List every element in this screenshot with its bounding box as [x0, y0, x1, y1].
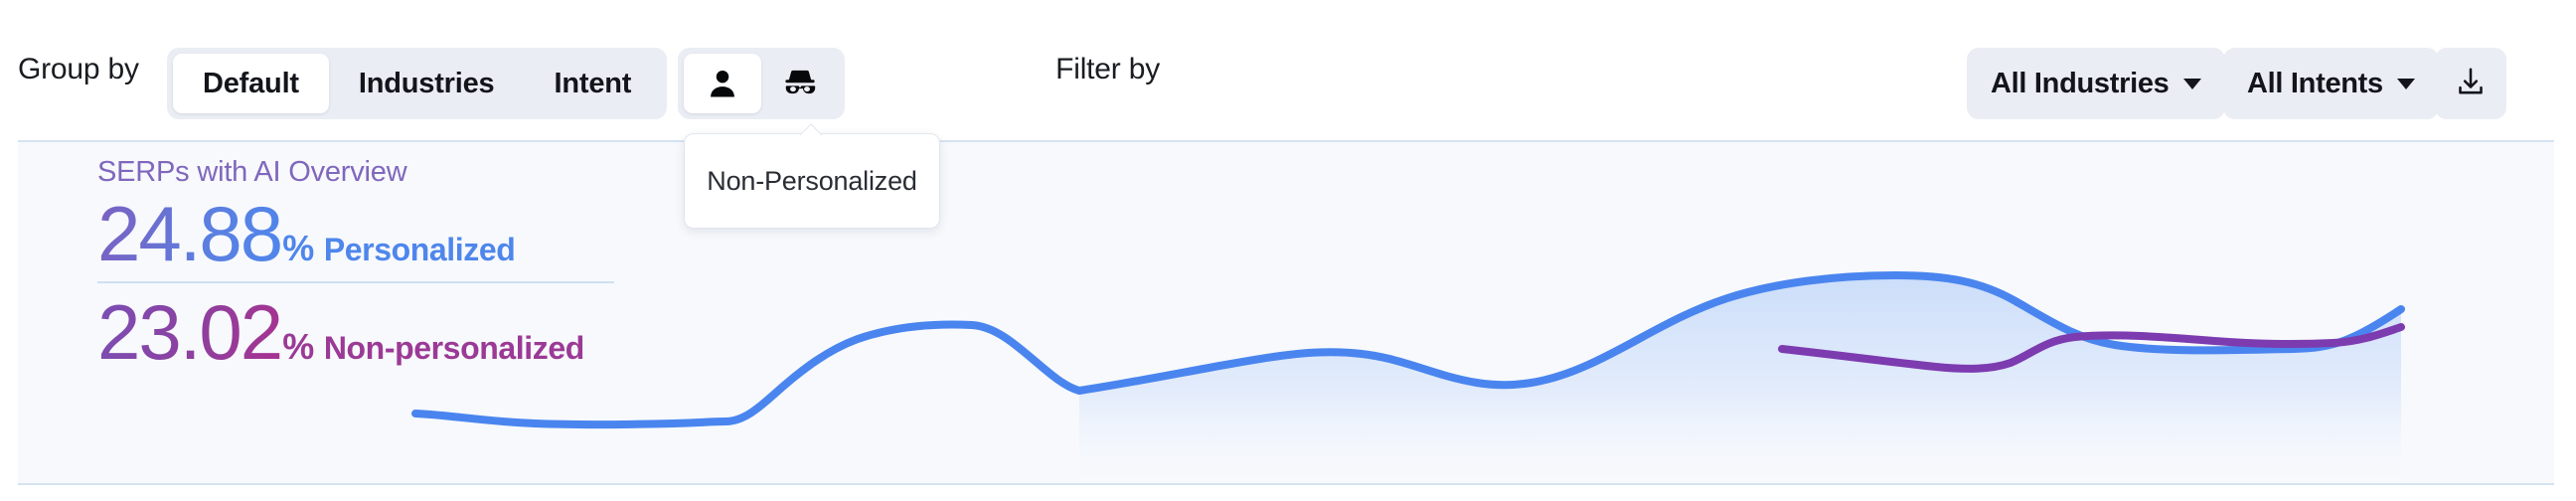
group-by-label: Group by — [18, 53, 139, 85]
filter-intents-label: All Intents — [2247, 67, 2383, 99]
app-root: Group by Default Industries Intent Non-P… — [0, 0, 2576, 501]
stats-block: SERPs with AI Overview 24.88 % Personali… — [97, 156, 614, 373]
incognito-icon — [781, 68, 819, 99]
ai-overview-panel: SERPs with AI Overview 24.88 % Personali… — [18, 140, 2554, 485]
download-button[interactable] — [2435, 48, 2506, 119]
non-personalized-tooltip: Non-Personalized — [684, 133, 940, 229]
panel-caption: SERPs with AI Overview — [97, 156, 407, 188]
group-option-industries[interactable]: Industries — [329, 54, 525, 113]
personalized-unit: % — [282, 228, 314, 268]
filter-intents-dropdown[interactable]: All Intents — [2223, 48, 2439, 119]
filter-by-label: Filter by — [1055, 53, 1160, 85]
personalized-area — [1079, 275, 2401, 483]
personalized-label: Personalized — [323, 232, 516, 267]
stats-divider — [97, 280, 614, 283]
filter-industries-dropdown[interactable]: All Industries — [1967, 48, 2225, 119]
person-icon — [706, 67, 739, 100]
non-personalized-mode-button[interactable] — [761, 54, 839, 113]
personalized-mode-button[interactable] — [684, 54, 761, 113]
non-personalized-label: Non-personalized — [323, 329, 584, 366]
personalization-mode-toggle[interactable] — [678, 48, 845, 119]
tooltip-label: Non-Personalized — [707, 165, 917, 196]
personalized-value: 24.88 — [97, 190, 283, 277]
group-by-segmented-control[interactable]: Default Industries Intent — [167, 48, 668, 119]
filter-industries-label: All Industries — [1991, 67, 2170, 99]
group-option-intent[interactable]: Intent — [524, 54, 661, 113]
download-icon — [2453, 65, 2489, 103]
toolbar: Group by Default Industries Intent Non-P… — [0, 0, 2576, 229]
chevron-down-icon — [2396, 78, 2415, 89]
tooltip-arrow-icon — [800, 123, 822, 135]
non-personalized-unit: % — [282, 325, 314, 367]
stat-non-personalized: 23.02 % Non-personalized — [97, 287, 614, 376]
chevron-down-icon — [2182, 78, 2201, 89]
non-personalized-value: 23.02 — [97, 287, 283, 376]
group-option-default[interactable]: Default — [173, 54, 329, 113]
stat-personalized: 24.88 % Personalized — [97, 193, 614, 275]
